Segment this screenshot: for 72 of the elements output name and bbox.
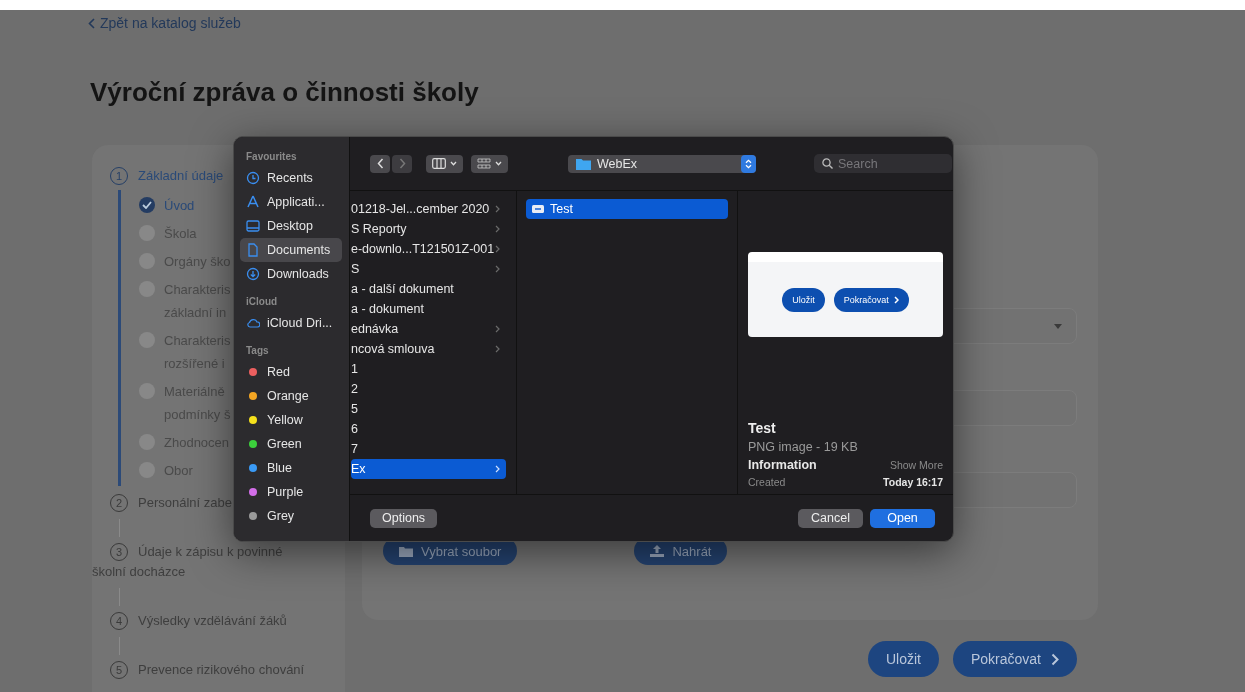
chevron-right-icon (398, 158, 406, 169)
stepper-icon (745, 158, 752, 169)
clock-icon (246, 171, 260, 185)
file-list-item[interactable]: Ex (351, 459, 506, 479)
upload-icon (650, 545, 665, 557)
folder-icon (576, 157, 591, 170)
file-list-item[interactable]: 1 (351, 359, 506, 379)
file-list-item[interactable]: a - dokument (351, 299, 506, 319)
sidebar-item[interactable]: Green (240, 432, 342, 456)
sidebar-item[interactable]: Applicati... (240, 190, 342, 214)
columns-icon (432, 158, 446, 169)
back-button[interactable] (370, 154, 390, 173)
apps-icon (246, 195, 260, 209)
sidebar-item[interactable]: Red (240, 360, 342, 384)
sidebar-item[interactable]: Blue (240, 456, 342, 480)
file-list-item[interactable]: a - další dokument (351, 279, 506, 299)
caret-down-icon (450, 161, 457, 166)
options-button[interactable]: Options (370, 508, 438, 528)
cloud-icon (246, 316, 260, 330)
sidebar-item[interactable]: Recents (240, 166, 342, 190)
file-list-item[interactable]: 6 (351, 419, 506, 439)
file-list-item[interactable]: Test (526, 199, 728, 219)
file-list-item[interactable]: S (351, 259, 506, 279)
sidebar-item[interactable]: Downloads (240, 262, 342, 286)
info-value: Today 16:17 (883, 476, 943, 488)
search-field[interactable]: Search (814, 154, 952, 173)
location-popup[interactable]: WebEx (568, 154, 756, 173)
continue-button[interactable]: Pokračovat (952, 641, 1077, 677)
file-list-item[interactable]: 01218-Jel...cember 2020 (351, 199, 506, 219)
chevron-left-icon (88, 17, 95, 29)
sidebar-item[interactable]: Desktop (240, 214, 342, 238)
page-title: Výroční zpráva o činnosti školy (90, 77, 480, 108)
chevron-left-icon (376, 158, 384, 169)
file-list-item[interactable]: ednávka (351, 319, 506, 339)
file-list-item[interactable]: 7 (351, 439, 506, 459)
show-more-link[interactable]: Show More (889, 459, 943, 471)
image-file-icon (532, 205, 544, 213)
section-heading: Tags (246, 345, 270, 356)
monitor-icon (246, 219, 260, 233)
cancel-button[interactable]: Cancel (798, 508, 863, 528)
chevron-right-icon (1051, 652, 1059, 666)
sidebar-item[interactable]: Documents (240, 238, 342, 262)
open-button[interactable]: Open (870, 508, 935, 528)
check-icon (142, 201, 152, 209)
file-list-item[interactable]: 2 (351, 379, 506, 399)
file-list-item[interactable]: e-downlo...T121501Z-001 (351, 239, 506, 259)
sidebar-item[interactable]: iCloud Dri... (240, 311, 342, 335)
file-type: PNG image - 19 KB (748, 440, 859, 454)
info-heading: Information (748, 458, 817, 472)
file-list-item[interactable]: ncová smlouva (351, 339, 506, 359)
caret-down-icon (1054, 323, 1062, 329)
document-icon (246, 243, 260, 257)
substep-label: Úvod (164, 197, 195, 215)
file-list-item[interactable]: S Reporty (351, 219, 506, 239)
step-label: Základní údaje (138, 167, 224, 185)
view-mode-button[interactable] (426, 154, 463, 173)
caret-down-icon (495, 161, 502, 166)
section-heading: iCloud (246, 296, 279, 307)
info-label: Created (748, 476, 786, 488)
download-icon (246, 267, 260, 281)
file-name: Test (748, 420, 777, 436)
sidebar-item[interactable]: Yellow (240, 408, 342, 432)
sidebar-item[interactable]: Grey (240, 504, 342, 528)
grid-icon (477, 158, 491, 169)
sidebar-item[interactable]: Purple (240, 480, 342, 504)
section-heading: Favourites (246, 151, 298, 162)
file-list-item[interactable]: 5 (351, 399, 506, 419)
save-button[interactable]: Uložit (867, 641, 939, 677)
group-button[interactable] (471, 154, 508, 173)
sidebar-item[interactable]: Orange (240, 384, 342, 408)
chevron-right-icon (893, 295, 899, 304)
folder-icon (399, 545, 413, 557)
